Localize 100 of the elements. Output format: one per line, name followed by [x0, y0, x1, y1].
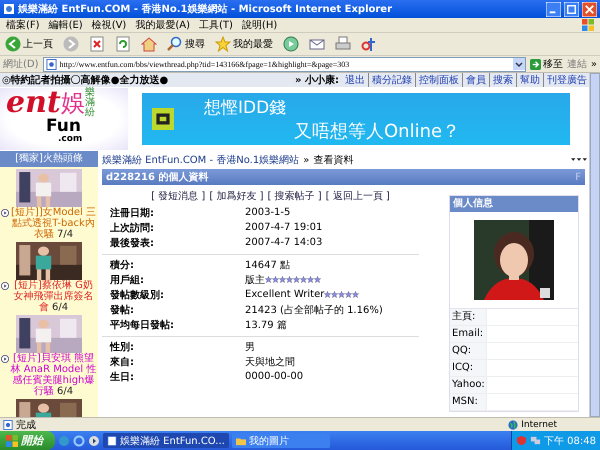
star-icon — [215, 36, 231, 52]
field-label: 性別: — [108, 340, 135, 354]
field-value: 男 — [245, 340, 255, 354]
forward-icon — [63, 36, 79, 52]
field-label: 上次訪問: — [109, 221, 155, 234]
user-link[interactable]: 刊登廣告 — [543, 73, 587, 87]
home-icon — [141, 36, 157, 52]
field-label: 生日: — [108, 370, 135, 384]
field-label: 用戶組: — [109, 274, 145, 286]
field-label: 積分: — [108, 258, 135, 272]
user-link[interactable]: 退出 — [342, 73, 365, 87]
info-label: ICQ: — [450, 360, 487, 376]
info-label: QQ: — [450, 343, 487, 359]
info-label: MSN: — [450, 394, 487, 410]
zone-text: Internet — [521, 420, 557, 430]
video-icon — [1, 355, 9, 363]
toolbar-button[interactable]: 我的最愛 — [213, 35, 275, 53]
info-label: 主頁: — [450, 309, 487, 325]
field-label: 來自: — [109, 356, 135, 368]
logo-domain: .com — [58, 134, 82, 144]
profile-action-link[interactable]: [ 發短消息 ] — [151, 189, 206, 203]
sponsor-logo-icon — [152, 108, 174, 130]
toolbar-button[interactable] — [139, 35, 159, 53]
more-links-button[interactable]: » — [590, 58, 597, 70]
minimize-icon[interactable] — [546, 2, 561, 16]
field-label: 平均每日發帖: — [109, 318, 175, 332]
media-icon[interactable] — [88, 434, 100, 446]
menu-item[interactable]: 工具(T) — [199, 18, 233, 32]
user-link[interactable]: 搜索 — [489, 73, 513, 87]
header-letter: F — [575, 172, 581, 182]
printer-icon — [335, 36, 351, 52]
banner-headline: 想慳IDD錢 — [204, 96, 288, 118]
logo-text: ent — [6, 88, 61, 118]
field-value: 14647 點 — [245, 258, 290, 272]
sidebar-title: [獨家]火熱頭條 — [0, 151, 98, 167]
menu-item[interactable]: 編輯(E) — [48, 18, 83, 32]
field-value: 版主 — [245, 274, 265, 286]
video-icon — [1, 282, 9, 290]
logo-character: 娛 — [60, 88, 85, 118]
headline-link[interactable]: [短片]蔡依琳 G奶女神飛彈出席簽名會 6/4 — [10, 280, 97, 313]
profile-action-link[interactable]: [ 搜索帖子 ] — [268, 189, 322, 203]
taskbar-button[interactable]: 我的圖片 — [232, 433, 330, 448]
media-icon — [283, 36, 299, 52]
field-value: 21423 (占全部帖子的 1.16%) — [245, 304, 383, 316]
status-text: 完成 — [16, 418, 36, 432]
windows-flag-icon — [582, 19, 594, 31]
go-button[interactable]: 移至 — [530, 57, 563, 71]
field-label: 發帖: — [108, 304, 135, 316]
field-label: 注冊日期: — [109, 206, 155, 220]
collapse-icon[interactable] — [571, 157, 587, 163]
breadcrumb-link[interactable]: 娛樂滿紛 EntFun.COM - 香港No.1娛樂網站 — [102, 153, 300, 167]
page-icon — [46, 58, 57, 70]
field-value: 天與地之間 — [245, 356, 295, 368]
user-link[interactable]: 控制面板 — [415, 73, 459, 87]
folder-icon — [236, 436, 246, 446]
headline-link[interactable]: [短片]]女Model 三點式透視T-back內衣騷 7/4 — [10, 207, 97, 240]
clock: 下午 08:48 — [544, 434, 596, 448]
dropdown-icon[interactable] — [512, 58, 525, 70]
search-icon — [167, 36, 183, 52]
user-link[interactable]: 幫助 — [516, 73, 540, 87]
field-value: 0000-00-00 — [245, 371, 304, 382]
notice-text: ◎特約記者拍攝〇高解像●全力放送● — [2, 73, 170, 86]
headline-link[interactable]: [短片]貝安琪 熊望林 AnaR Model 性感任賓美腿high爆行騷 6/4 — [10, 353, 97, 397]
menu-item[interactable]: 檔案(F) — [6, 18, 40, 32]
field-value: Excellent Writer — [245, 289, 324, 300]
user-link[interactable]: 會員 — [462, 73, 486, 87]
banner-subline: 又唔想等人Online？ — [294, 120, 460, 142]
menu-item[interactable]: 我的最愛(A) — [135, 18, 190, 32]
back-icon — [5, 36, 21, 52]
profile-action-link[interactable]: [ 返回上一頁 ] — [326, 189, 390, 203]
field-value: 2003-1-5 — [245, 207, 290, 218]
info-label: Yahoo: — [450, 377, 487, 393]
maximize-icon[interactable] — [564, 2, 579, 16]
field-label: 最後發表: — [109, 236, 155, 250]
taskbar-button[interactable]: 娛樂滿紛 EntFun.CO... — [103, 433, 229, 448]
menu-item[interactable]: 說明(H) — [242, 18, 278, 32]
user-link[interactable]: 積分記錄 — [368, 73, 412, 87]
info-title: 個人信息 — [450, 196, 578, 212]
profile-action-link[interactable]: [ 加爲好友 ] — [209, 189, 264, 203]
field-label: 發帖數級別: — [108, 288, 165, 302]
menu-item[interactable]: 檢視(V) — [92, 18, 126, 32]
close-icon[interactable] — [582, 2, 597, 16]
breadcrumb-current: 查看資料 — [313, 154, 354, 167]
logo-vertical-text: 樂滿紛 — [84, 88, 95, 118]
window-title: 娛樂滿紛 EntFun.COM - 香港No.1娛樂網站 - Microsoft Internet Explorer — [18, 2, 394, 16]
windows-flag-icon — [6, 434, 18, 446]
video-icon — [1, 209, 9, 217]
logo-text: Fun — [46, 116, 81, 136]
translate-icon — [361, 36, 377, 52]
toolbar-button[interactable] — [281, 35, 301, 53]
toolbar-button[interactable]: 上一頁 — [3, 35, 55, 53]
field-value: 13.79 篇 — [245, 318, 287, 332]
page-icon — [107, 436, 117, 446]
profile-title: d228216 的個人資料 — [106, 170, 208, 184]
breadcrumb-separator: » — [303, 154, 310, 166]
address-field[interactable]: http://www.entfun.com/bbs/viewthread.php?tid=143166&fpage=1&highlight=&page=303 — [42, 56, 526, 72]
stop-icon — [89, 36, 105, 52]
links-button[interactable]: 連結 — [566, 57, 587, 71]
field-value: 2007-4-7 14:03 — [245, 237, 322, 248]
toolbar-button[interactable]: 搜尋 — [165, 35, 207, 53]
